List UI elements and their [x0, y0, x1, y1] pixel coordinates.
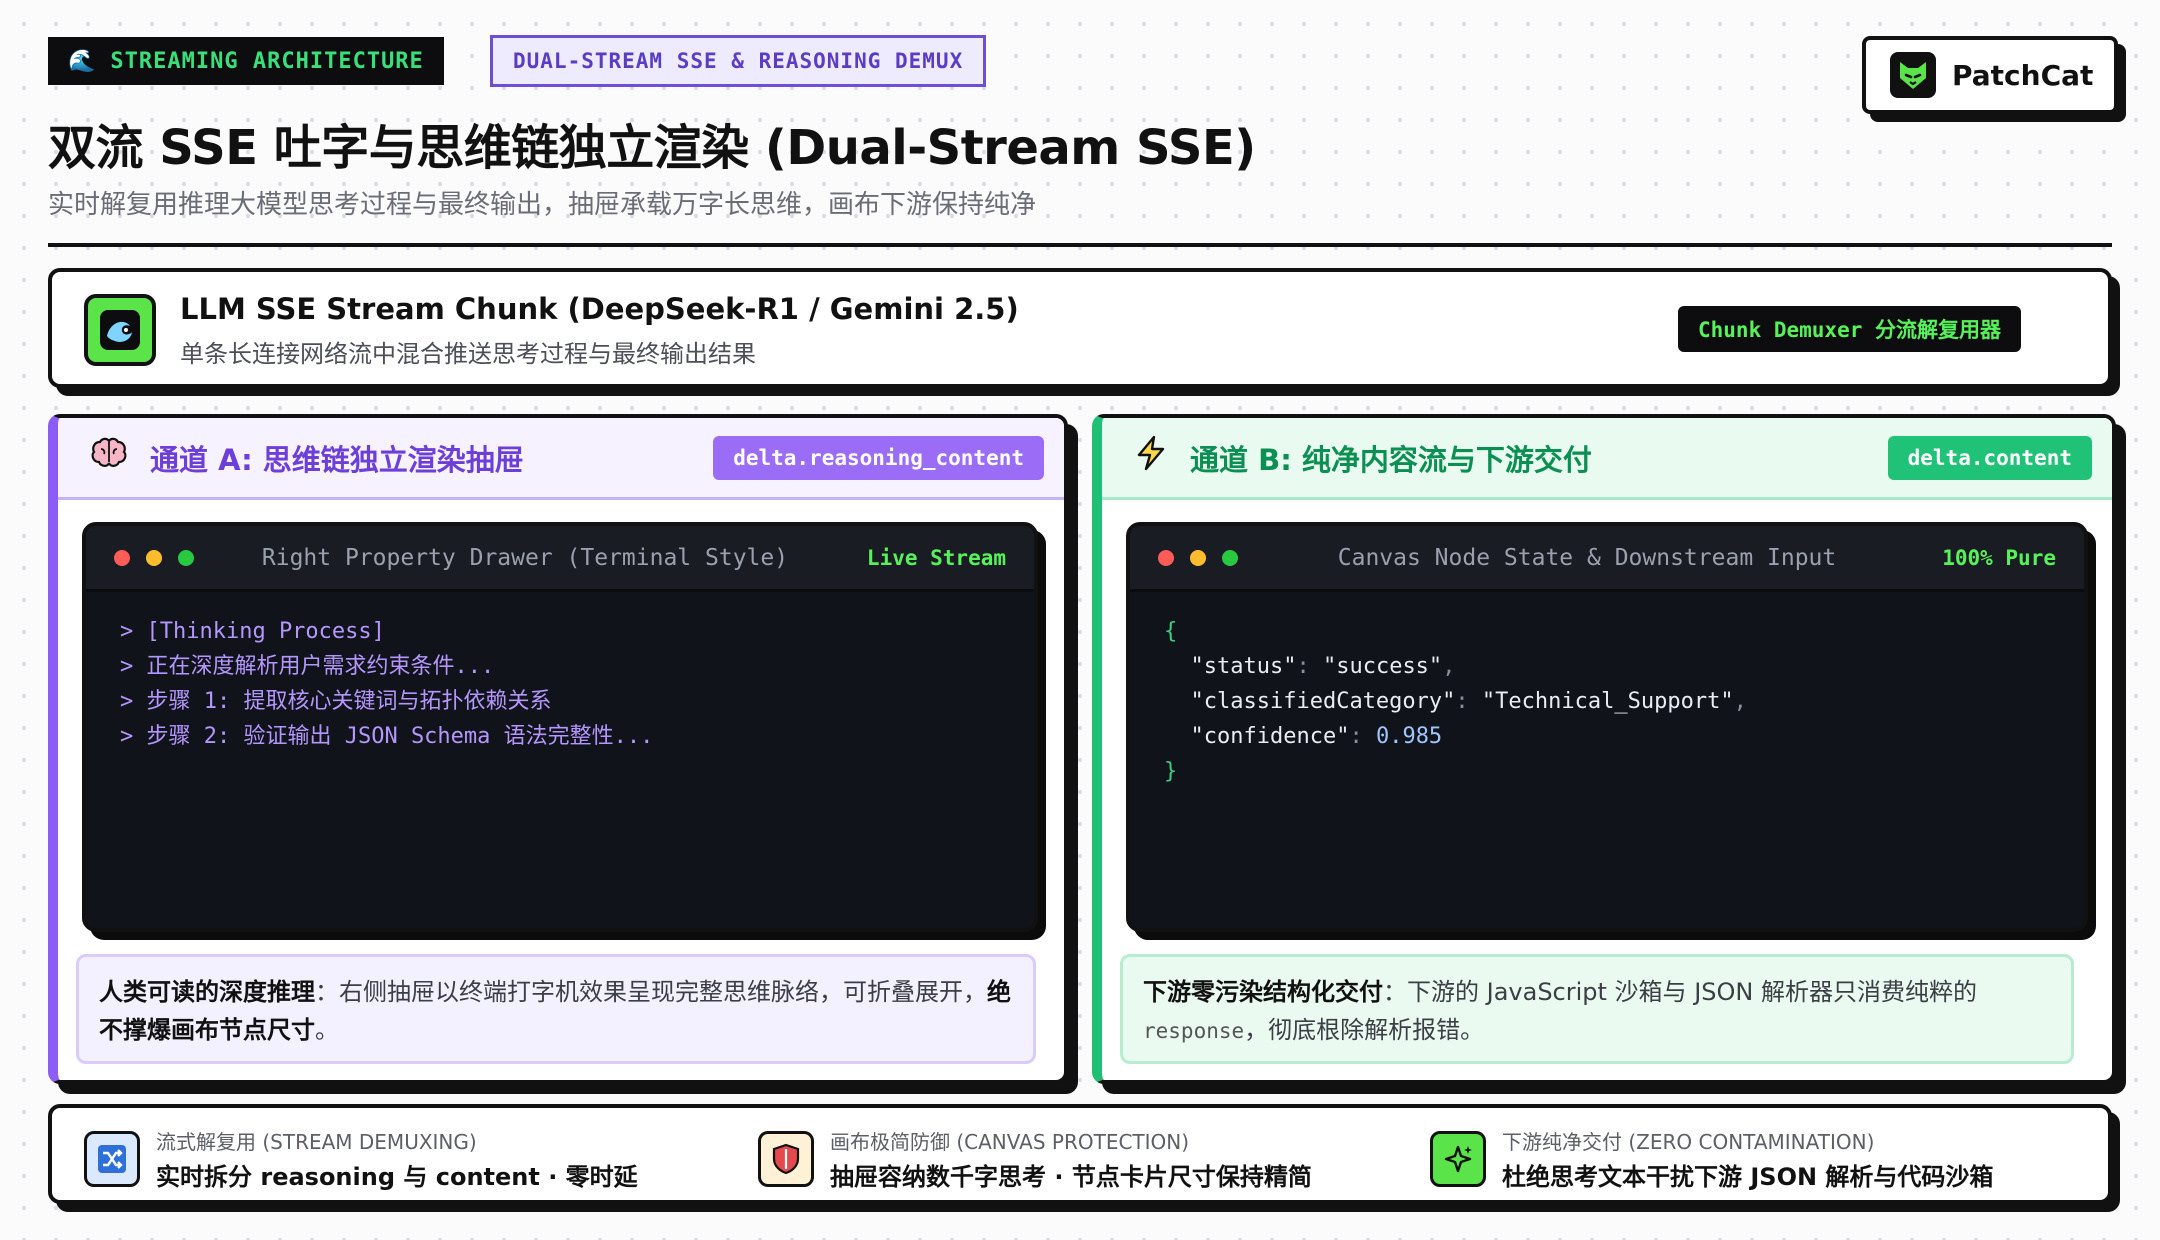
- header-divider: [48, 243, 2112, 247]
- feature-desc: 实时拆分 reasoning 与 content · 零时延: [156, 1163, 638, 1191]
- purity-status: 100% Pure: [1942, 545, 2056, 570]
- architecture-tag: 🌊 STREAMING ARCHITECTURE: [48, 37, 444, 85]
- feature-label: 下游纯净交付 (ZERO CONTAMINATION): [1502, 1130, 1875, 1154]
- cat-logo-icon: [1890, 52, 1936, 98]
- channel-a-note: 人类可读的深度推理：右侧抽屉以终端打字机效果呈现完整思维脉络，可折叠展开，绝不撑…: [76, 954, 1036, 1064]
- page-subtitle: 实时解复用推理大模型思考过程与最终输出，抽屉承载万字长思维，画布下游保持纯净: [48, 190, 1037, 220]
- stream-wave-icon: [84, 294, 156, 366]
- note-b-text: ：下游的 JavaScript 沙箱与 JSON 解析器只消费纯粹的: [1383, 978, 1977, 1006]
- stream-chunk-title: LLM SSE Stream Chunk (DeepSeek-R1 / Gemi…: [180, 292, 1019, 326]
- note-a-end: 。: [315, 1016, 339, 1044]
- sparkle-icon: [1430, 1131, 1486, 1187]
- json-output: { "status": "success", "classifiedCatego…: [1164, 619, 1747, 784]
- reasoning-line: > 步骤 1: 提取核心关键词与拓扑依赖关系: [120, 689, 552, 714]
- terminal-titlebar: Canvas Node State & Downstream Input 100…: [1130, 526, 2084, 592]
- note-b-code: response: [1143, 1019, 1245, 1043]
- channel-a-panel: 通道 A: 思维链独立渲染抽屉 delta.reasoning_content …: [48, 414, 1068, 1084]
- architecture-tag-label: STREAMING ARCHITECTURE: [110, 48, 424, 74]
- reasoning-line: > 正在深度解析用户需求约束条件...: [120, 654, 495, 679]
- channel-b-panel: 通道 B: 纯净内容流与下游交付 delta.content Canvas No…: [1092, 414, 2116, 1084]
- feature-canvas-protection: 画布极简防御 (CANVAS PROTECTION) 抽屉容纳数千字思考 · 节…: [758, 1126, 1312, 1192]
- channel-b-note: 下游零污染结构化交付：下游的 JavaScript 沙箱与 JSON 解析器只消…: [1120, 954, 2074, 1064]
- channel-b-title: 通道 B: 纯净内容流与下游交付: [1190, 442, 1592, 477]
- feature-label: 画布极简防御 (CANVAS PROTECTION): [830, 1130, 1190, 1154]
- channel-a-title: 通道 A: 思维链独立渲染抽屉: [150, 442, 524, 477]
- note-a-strong: 人类可读的深度推理: [99, 978, 315, 1006]
- live-stream-status: Live Stream: [866, 545, 1006, 570]
- reasoning-line: > [Thinking Process]: [120, 619, 385, 644]
- brand-badge[interactable]: PatchCat: [1862, 36, 2118, 114]
- json-close-brace: }: [1164, 759, 1178, 784]
- json-value: 0.985: [1375, 724, 1443, 749]
- reasoning-field-badge: delta.reasoning_content: [713, 436, 1044, 480]
- note-b-end: ，彻底根除解析报错。: [1244, 1016, 1485, 1044]
- feature-zero-contamination: 下游纯净交付 (ZERO CONTAMINATION) 杜绝思考文本干扰下游 J…: [1430, 1126, 1993, 1192]
- json-key: "classifiedCategory": [1190, 689, 1456, 714]
- chunk-demuxer-badge: Chunk Demuxer 分流解复用器: [1678, 306, 2022, 352]
- channel-b-header: 通道 B: 纯净内容流与下游交付 delta.content: [1102, 418, 2112, 500]
- reasoning-terminal[interactable]: Right Property Drawer (Terminal Style) L…: [82, 522, 1038, 932]
- canvas-terminal[interactable]: Canvas Node State & Downstream Input 100…: [1126, 522, 2088, 932]
- terminal-titlebar: Right Property Drawer (Terminal Style) L…: [86, 526, 1034, 592]
- brand-name: PatchCat: [1952, 58, 2094, 92]
- json-value: "success": [1322, 654, 1443, 679]
- json-open-brace: {: [1164, 619, 1178, 644]
- lightning-icon: [1134, 435, 1168, 480]
- reasoning-output: > [Thinking Process] > 正在深度解析用户需求约束条件...…: [86, 592, 1034, 776]
- terminal-title: Canvas Node State & Downstream Input: [1337, 544, 1837, 571]
- reasoning-line: > 步骤 2: 验证输出 JSON Schema 语法完整性...: [120, 724, 654, 749]
- feature-label: 流式解复用 (STREAM DEMUXING): [156, 1130, 477, 1154]
- channel-a-header: 通道 A: 思维链独立渲染抽屉 delta.reasoning_content: [58, 418, 1064, 500]
- topic-tag: DUAL-STREAM SSE & REASONING DEMUX: [490, 35, 987, 87]
- json-key: "confidence": [1190, 724, 1350, 749]
- brain-icon: [90, 436, 128, 479]
- stream-chunk-subtitle: 单条长连接网络流中混合推送思考过程与最终输出结果: [180, 340, 756, 368]
- feature-desc: 抽屉容纳数千字思考 · 节点卡片尺寸保持精简: [830, 1163, 1312, 1191]
- content-field-badge: delta.content: [1887, 436, 2092, 480]
- note-a-text: ：右侧抽屉以终端打字机效果呈现完整思维脉络，可折叠展开，: [315, 978, 987, 1006]
- note-b-strong: 下游零污染结构化交付: [1143, 978, 1383, 1006]
- feature-desc: 杜绝思考文本干扰下游 JSON 解析与代码沙箱: [1502, 1163, 1994, 1191]
- json-key: "status": [1190, 654, 1297, 679]
- shield-icon: [758, 1131, 814, 1187]
- feature-stream-demuxing: 流式解复用 (STREAM DEMUXING) 实时拆分 reasoning 与…: [84, 1126, 638, 1192]
- page-title: 双流 SSE 吐字与思维链独立渲染 (Dual-Stream SSE): [48, 120, 1256, 176]
- json-value: "Technical_Support": [1481, 689, 1734, 714]
- shuffle-icon: [84, 1131, 140, 1187]
- topic-tag-label: DUAL-STREAM SSE & REASONING DEMUX: [513, 49, 964, 73]
- wave-icon: 🌊: [68, 48, 97, 74]
